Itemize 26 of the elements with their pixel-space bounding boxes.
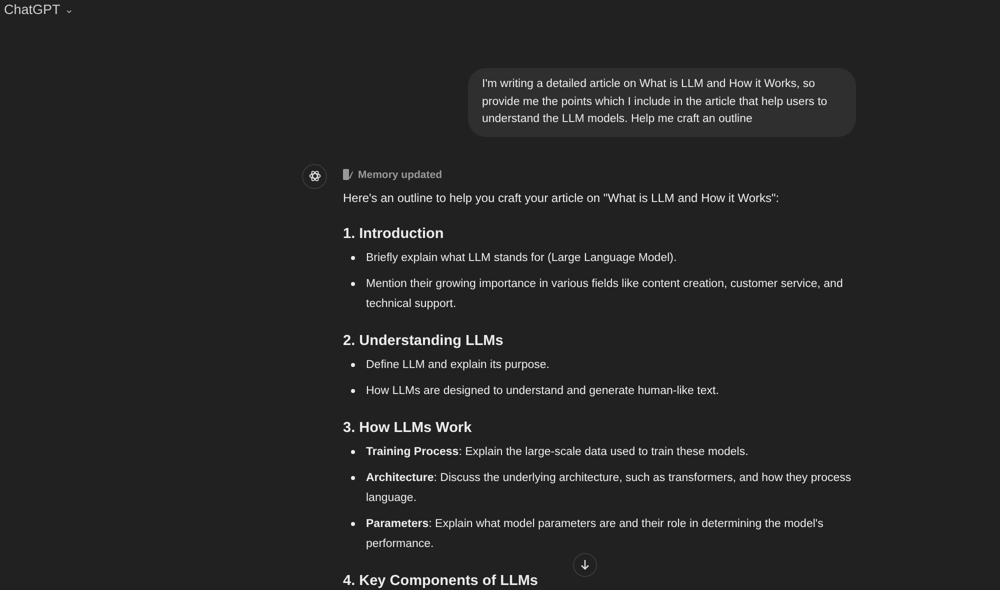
section-heading: 2. Understanding LLMs — [343, 332, 504, 348]
bullet-text: How LLMs are designed to understand and generate human-like text. — [366, 384, 719, 398]
bullet-text: Architecture: Discuss the underlying architecture, such as transformers, and how they process language. — [366, 470, 852, 506]
bullet-icon — [351, 256, 355, 260]
memory-icon — [343, 169, 353, 180]
arrow-down-icon — [579, 559, 591, 571]
response-text: Here's an outline to help you craft your article on "What is LLM and How it Works": — [343, 190, 780, 206]
bullet-text: Training Process: Explain the large-scale data used to train these models. — [366, 444, 748, 460]
bullet-icon — [351, 388, 355, 392]
bullet-text: Parameters: Explain what model parameters are and their role in determining the model's performance. — [366, 516, 824, 552]
bullet-icon — [351, 282, 355, 286]
section-heading: 4. Key Components of LLMs — [343, 572, 538, 588]
scroll-down-button[interactable] — [573, 553, 597, 577]
bullet-icon — [351, 362, 355, 366]
section-heading: 1. Introduction — [343, 226, 444, 242]
bullet-icon — [351, 476, 355, 480]
bullet-icon — [351, 450, 355, 454]
memory-updated-label[interactable]: Memory updated — [358, 168, 442, 180]
user-message: I'm writing a detailed article on What is LLM and How it Works, so provide me the points which I include in the article that help users to understand the LLM models. Help me craft an outline — [468, 68, 856, 136]
bullet-text: Briefly explain what LLM stands for (Large Language Model). — [366, 250, 677, 266]
section-heading: 3. How LLMs Work — [343, 420, 472, 436]
model-selector[interactable]: ChatGPT ⌄ — [4, 2, 74, 17]
bullet-icon — [351, 522, 355, 526]
bullet-text: Mention their growing importance in various fields like content creation, customer service, and technical support. — [366, 276, 844, 312]
logo-icon — [308, 169, 322, 183]
bullet-text: Define LLM and explain its purpose. — [366, 358, 550, 372]
